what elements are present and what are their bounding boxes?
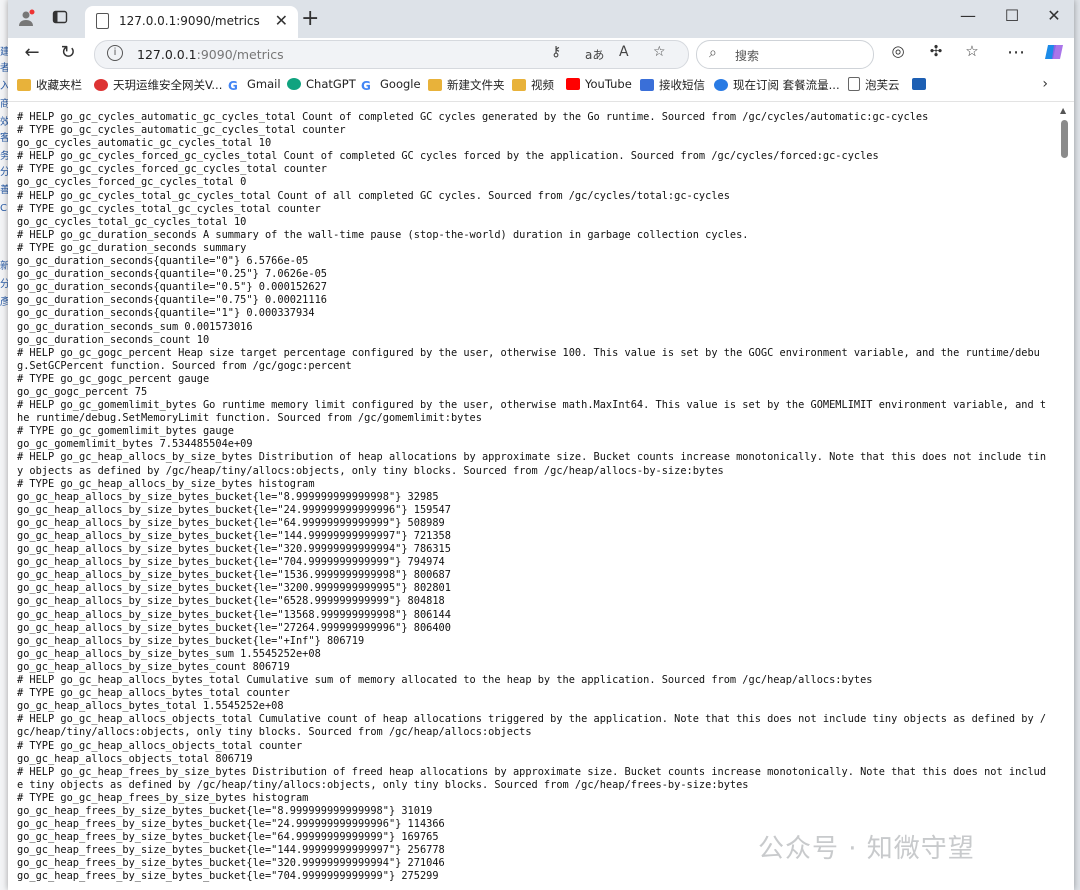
navigation-toolbar: ← ↻ i 127.0.0.1:9090/metrics ⚷ aあ A ☆ ⌕ …: [8, 38, 1074, 70]
chevron-right-icon[interactable]: ›: [1042, 76, 1048, 92]
chatgpt-icon: [287, 78, 301, 90]
bookmarks-bar: 收藏夹栏 天玥运维安全网关V... G Gmail ChatGPT G Google…: [8, 70, 1074, 102]
favorite-star-icon[interactable]: ☆: [653, 44, 666, 60]
app-icon: [912, 78, 926, 90]
maximize-button[interactable]: ☐: [990, 6, 1034, 25]
key-icon[interactable]: ⚷: [551, 44, 561, 60]
scroll-up-icon[interactable]: ▲: [1060, 106, 1066, 115]
translate-icon[interactable]: aあ: [585, 46, 604, 63]
extensions-icon[interactable]: ✣: [924, 42, 948, 60]
gateway-icon: [94, 79, 108, 91]
metrics-page: # HELP go_gc_cycles_automatic_gc_cycles_…: [8, 102, 1054, 890]
bookmark-item[interactable]: YouTube: [566, 77, 632, 91]
tab-title: 127.0.0.1:9090/metrics: [119, 14, 260, 28]
google-icon: G: [361, 79, 371, 93]
address-url: 127.0.0.1:9090/metrics: [137, 47, 284, 62]
bookmark-item[interactable]: G Gmail: [228, 77, 281, 92]
tab-metrics[interactable]: 127.0.0.1:9090/metrics ✕: [85, 6, 298, 38]
bookmark-item[interactable]: 泡芙云: [848, 77, 900, 93]
bookmark-item[interactable]: ChatGPT: [287, 77, 356, 91]
bookmark-item[interactable]: 接收短信: [640, 77, 705, 93]
folder-icon: [512, 79, 526, 91]
copilot-icon[interactable]: [1042, 42, 1066, 67]
vertical-scrollbar[interactable]: ▲: [1054, 102, 1074, 890]
bookmark-item[interactable]: 新建文件夹: [428, 77, 505, 93]
tab-actions-icon[interactable]: [50, 9, 70, 29]
bookmark-item[interactable]: 收藏夹栏: [17, 77, 82, 93]
close-tab-icon[interactable]: ✕: [275, 11, 288, 30]
info-icon[interactable]: i: [107, 45, 123, 61]
back-button[interactable]: ←: [20, 42, 44, 63]
bookmark-item[interactable]: 视频: [512, 77, 554, 93]
close-window-button[interactable]: ✕: [1032, 6, 1074, 25]
folder-icon: [428, 79, 442, 91]
page-icon: [96, 13, 109, 29]
new-tab-button[interactable]: +: [301, 6, 319, 31]
refresh-button[interactable]: ↻: [56, 42, 80, 63]
watermark: 公众号 · 知微守望: [758, 834, 975, 864]
bookmark-item[interactable]: [912, 77, 931, 91]
more-menu-icon[interactable]: ⋯: [1004, 42, 1028, 63]
bookmark-item[interactable]: 天玥运维安全网关V...: [94, 77, 222, 93]
subscribe-icon: [714, 79, 728, 91]
search-icon: ⌕: [709, 45, 717, 61]
address-bar[interactable]: i 127.0.0.1:9090/metrics ⚷ aあ A ☆: [94, 40, 689, 69]
folder-icon: [17, 79, 31, 91]
metrics-text: # HELP go_gc_cycles_automatic_gc_cycles_…: [17, 111, 1047, 883]
page-icon: [848, 77, 860, 91]
background-window-strip: 建 者 入 商 效 客 务 分 善 C 新 分 彥: [0, 0, 10, 890]
bookmark-item[interactable]: G Google: [361, 77, 421, 92]
side-char: C: [0, 203, 7, 214]
youtube-icon: [566, 78, 580, 90]
sms-icon: [640, 79, 654, 91]
scrollbar-thumb[interactable]: [1061, 120, 1068, 158]
favorites-icon[interactable]: ☆: [960, 42, 984, 60]
search-box[interactable]: ⌕ 搜索: [696, 40, 874, 69]
profile-icon[interactable]: [16, 9, 36, 29]
circle-icon[interactable]: ◎: [886, 42, 910, 60]
read-aloud-icon[interactable]: A: [619, 44, 629, 60]
search-placeholder: 搜索: [735, 49, 760, 63]
google-icon: G: [228, 79, 238, 93]
tab-strip: 127.0.0.1:9090/metrics ✕ + — ☐ ✕: [8, 0, 1074, 38]
bookmark-item[interactable]: 现在订阅 套餐流量...: [714, 77, 840, 93]
minimize-button[interactable]: —: [946, 6, 990, 25]
browser-window: 127.0.0.1:9090/metrics ✕ + — ☐ ✕ ← ↻ i 1…: [8, 0, 1074, 890]
